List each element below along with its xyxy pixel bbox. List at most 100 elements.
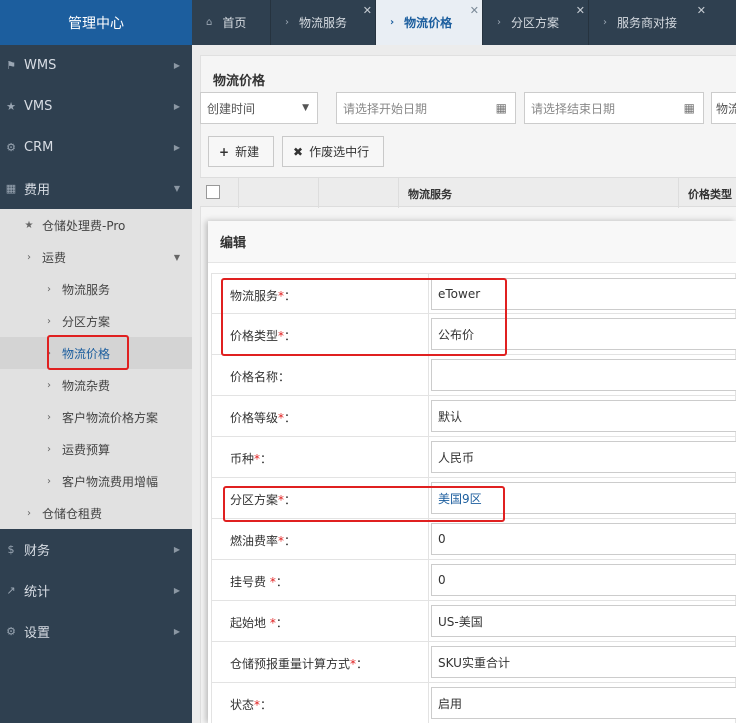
annotation-highlight: [221, 278, 507, 356]
tab-label: 首页: [222, 16, 247, 30]
form-row-status: 状态*： 启用: [211, 683, 736, 723]
chevron-down-icon: ▼: [173, 252, 180, 262]
form-row-currency: 币种*： 人民币: [211, 437, 736, 478]
divider: [428, 683, 429, 723]
form-row-origin: 起始地 *： US-美国: [211, 601, 736, 642]
sidebar-item-freight-budget[interactable]: › 运费预算: [0, 433, 192, 465]
divider: [428, 601, 429, 641]
tab-logistics-price[interactable]: › 物流价格 ✕: [376, 0, 483, 45]
modal-title: 编辑: [208, 221, 736, 263]
column-divider: [238, 178, 239, 208]
sidebar-item-label: 物流服务: [62, 282, 111, 297]
sidebar-item-label: 财务: [24, 544, 51, 559]
sidebar-item-settings[interactable]: ⚙ 设置 ▶: [0, 611, 192, 652]
field-label: 状态*：: [230, 698, 273, 712]
chevron-right-icon: ›: [47, 475, 51, 487]
sidebar-item-crm[interactable]: ⚙ CRM ▶: [0, 127, 192, 168]
sidebar-item-label: VMS: [24, 99, 53, 114]
price-level-field[interactable]: 默认: [431, 400, 736, 432]
sidebar-item-storage-rent[interactable]: › 仓储仓租费: [0, 497, 192, 529]
calendar-icon: ▦: [495, 101, 507, 115]
grid-icon: ▦: [5, 182, 17, 195]
button-label: 作废选中行: [309, 145, 370, 159]
sidebar-item-label: 设置: [24, 626, 51, 641]
sidebar-item-storage-fee-pro[interactable]: ★ 仓储处理费-Pro: [0, 209, 192, 241]
sidebar-item-label: 运费: [42, 250, 67, 265]
field-label: 挂号费 *：: [230, 575, 288, 589]
field-label: 燃油费率*：: [230, 534, 297, 548]
placeholder: 请选择开始日期: [343, 101, 428, 116]
sidebar-item-label: 物流杂费: [62, 378, 111, 393]
select-all-checkbox[interactable]: [206, 185, 220, 199]
sidebar-item-logistics-misc[interactable]: › 物流杂费: [0, 369, 192, 401]
sidebar-item-label: WMS: [24, 58, 57, 73]
column-divider: [398, 178, 399, 208]
tab-label: 物流服务: [299, 16, 348, 30]
fuel-rate-field[interactable]: 0: [431, 523, 736, 555]
sidebar-item-customer-fee-increase[interactable]: › 客户物流费用增幅: [0, 465, 192, 497]
table-header: 物流服务 价格类型: [200, 177, 736, 208]
currency-field[interactable]: 人民币: [431, 441, 736, 473]
logistics-filter-input[interactable]: 物流: [711, 92, 736, 124]
chevron-right-icon: ›: [47, 379, 51, 391]
sidebar-item-finance[interactable]: $ 财务 ▶: [0, 529, 192, 570]
tab-provider-integration[interactable]: › 服务商对接 ✕: [589, 0, 736, 45]
button-label: 新建: [235, 145, 260, 159]
tab-home[interactable]: ⌂ 首页: [192, 0, 271, 45]
sidebar-item-label: CRM: [24, 140, 54, 155]
sidebar-item-vms[interactable]: ★ VMS ▶: [0, 86, 192, 127]
calendar-icon: ▦: [683, 101, 695, 115]
registration-fee-field[interactable]: 0: [431, 564, 736, 596]
tab-label: 分区方案: [511, 16, 560, 30]
chevron-right-icon: ›: [47, 411, 51, 423]
sidebar-item-stats[interactable]: ↗ 统计 ▶: [0, 570, 192, 611]
status-field[interactable]: 启用: [431, 687, 736, 719]
column-header-price-type[interactable]: 价格类型: [688, 186, 732, 202]
tab-label: 物流价格: [404, 16, 453, 30]
sidebar-item-wms[interactable]: ⚑ WMS ▶: [0, 45, 192, 86]
close-icon[interactable]: ✕: [470, 4, 479, 17]
sidebar-item-freight[interactable]: › 运费 ▼: [0, 241, 192, 273]
sidebar-item-label: 费用: [24, 183, 51, 198]
chevron-down-icon: ▼: [173, 184, 180, 193]
form-row-fuel-rate: 燃油费率*： 0: [211, 519, 736, 560]
void-selected-button[interactable]: ✖ 作废选中行: [282, 136, 384, 167]
column-divider: [318, 178, 319, 208]
origin-field[interactable]: US-美国: [431, 605, 736, 637]
sidebar-item-logistics-service[interactable]: › 物流服务: [0, 273, 192, 305]
field-label: 币种*：: [230, 452, 273, 466]
sidebar-item-label: 仓储处理费-Pro: [42, 218, 126, 233]
sidebar-item-label: 统计: [24, 585, 51, 600]
close-icon[interactable]: ✕: [697, 4, 706, 17]
sidebar-item-customer-price-scheme[interactable]: › 客户物流价格方案: [0, 401, 192, 433]
tab-zone-scheme[interactable]: › 分区方案 ✕: [483, 0, 589, 45]
sidebar-item-label: 客户物流费用增幅: [62, 474, 159, 489]
sidebar-item-label: 客户物流价格方案: [62, 410, 159, 425]
sidebar-item-fees[interactable]: ▦ 费用 ▼: [0, 168, 192, 209]
sidebar-item-label: 分区方案: [62, 314, 111, 329]
form-row-price-name: 价格名称：: [211, 355, 736, 396]
chart-icon: ↗: [6, 584, 16, 597]
close-icon[interactable]: ✕: [363, 4, 372, 17]
tab-logistics-service[interactable]: › 物流服务 ✕: [271, 0, 376, 45]
start-date-input[interactable]: 请选择开始日期 ▦: [336, 92, 516, 124]
date-type-select[interactable]: 创建时间 ▼: [200, 92, 318, 124]
plus-icon: +: [219, 144, 230, 159]
sidebar-item-zone-scheme[interactable]: › 分区方案: [0, 305, 192, 337]
form-row-weight-calc-method: 仓储预报重量计算方式*： SKU实重合计: [211, 642, 736, 683]
column-header-logistics-service[interactable]: 物流服务: [408, 186, 452, 202]
chevron-right-icon: ›: [285, 17, 289, 28]
close-icon[interactable]: ✕: [576, 4, 585, 17]
weight-calc-method-field[interactable]: SKU实重合计: [431, 646, 736, 678]
price-name-field[interactable]: [431, 359, 736, 391]
divider: [428, 355, 429, 395]
chevron-right-icon: ▶: [173, 627, 180, 636]
brand-title: 管理中心: [0, 0, 192, 45]
chevron-right-icon: ›: [390, 17, 395, 28]
select-value: 创建时间: [207, 101, 256, 116]
sidebar-item-label: 仓储仓租费: [42, 506, 103, 521]
new-button[interactable]: + 新建: [208, 136, 274, 167]
star-icon: ★: [24, 219, 34, 231]
chevron-right-icon: ›: [47, 283, 51, 295]
end-date-input[interactable]: 请选择结束日期 ▦: [524, 92, 704, 124]
